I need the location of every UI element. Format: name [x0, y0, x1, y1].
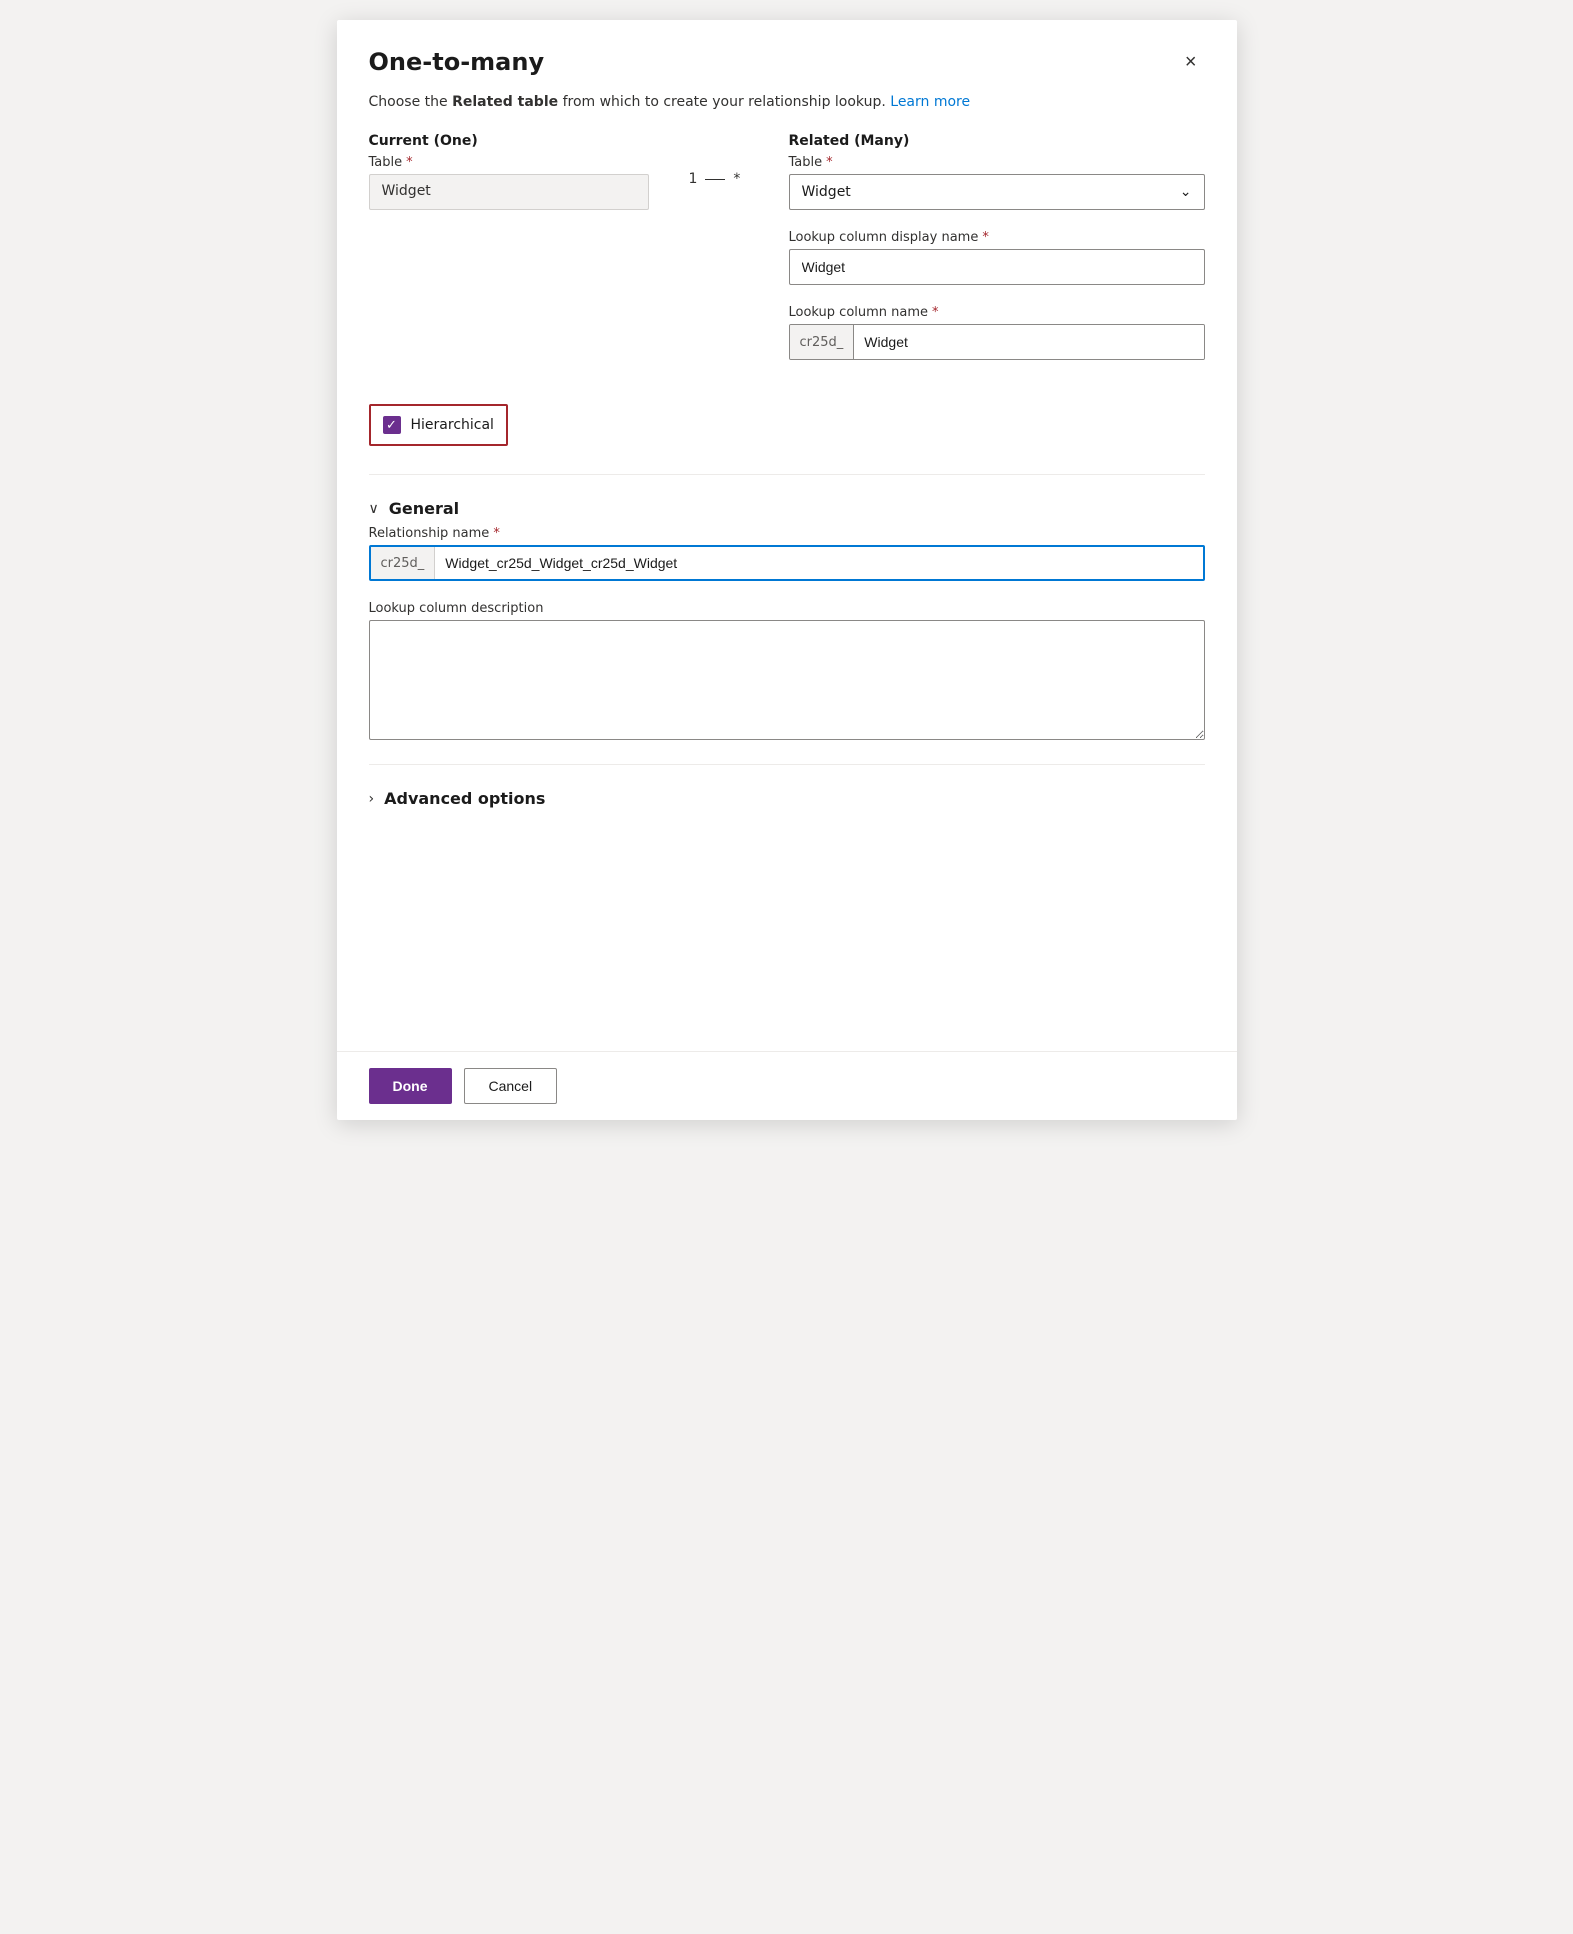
lookup-display-field: Lookup column display name * — [789, 230, 1205, 285]
dialog-title: One-to-many — [369, 48, 545, 76]
connector-one: 1 — [689, 171, 698, 187]
description-text-before: Choose the — [369, 94, 453, 110]
lookup-description-input[interactable] — [369, 620, 1205, 740]
dialog-footer: Done Cancel — [337, 1051, 1237, 1120]
dialog-body: Current (One) Table * Widget 1 * Related… — [337, 133, 1237, 934]
current-one-column: Current (One) Table * Widget — [369, 133, 649, 210]
relationship-connector: 1 * — [689, 133, 749, 187]
advanced-options-toggle[interactable]: › Advanced options — [369, 781, 1205, 816]
hierarchical-checkbox[interactable]: ✓ — [383, 416, 401, 434]
dialog-description: Choose the Related table from which to c… — [337, 92, 1237, 133]
checkbox-check-icon: ✓ — [386, 419, 397, 432]
relationship-name-input[interactable] — [435, 547, 1202, 579]
lookup-description-field: Lookup column description — [369, 601, 1205, 744]
advanced-section-label: Advanced options — [384, 789, 545, 808]
hierarchical-section: ✓ Hierarchical — [369, 404, 1205, 454]
lookup-display-required: * — [982, 230, 989, 245]
advanced-chevron-icon: › — [369, 791, 375, 807]
lookup-display-input[interactable] — [789, 249, 1205, 285]
close-button[interactable]: × — [1177, 48, 1205, 76]
related-section-label: Related (Many) — [789, 133, 1205, 149]
general-section-label: General — [389, 499, 459, 518]
lookup-name-field: Lookup column name * cr25d_ — [789, 305, 1205, 360]
current-section-label: Current (One) — [369, 133, 649, 149]
lookup-name-input[interactable] — [854, 325, 1203, 359]
chevron-down-icon: ⌄ — [1180, 184, 1192, 200]
lookup-name-required: * — [932, 305, 939, 320]
lookup-name-label: Lookup column name * — [789, 305, 1205, 320]
relationship-name-required: * — [493, 526, 500, 541]
dialog-header: One-to-many × — [337, 20, 1237, 92]
relationship-name-field: Relationship name * cr25d_ — [369, 526, 1205, 581]
relationship-name-label: Relationship name * — [369, 526, 1205, 541]
general-section: ∨ General Relationship name * cr25d_ Loo… — [369, 491, 1205, 744]
lookup-name-input-wrapper: cr25d_ — [789, 324, 1205, 360]
hierarchical-checkbox-wrapper[interactable]: ✓ Hierarchical — [369, 404, 508, 446]
related-table-label: Table * — [789, 155, 1205, 170]
connector-dash — [705, 179, 725, 180]
general-chevron-icon: ∨ — [369, 501, 379, 517]
learn-more-link[interactable]: Learn more — [890, 94, 970, 110]
hierarchical-label: Hierarchical — [411, 417, 494, 433]
connector-many: * — [733, 171, 740, 187]
section-divider-2 — [369, 764, 1205, 765]
related-table-value: Widget — [802, 184, 851, 200]
lookup-display-label: Lookup column display name * — [789, 230, 1205, 245]
lookup-name-prefix: cr25d_ — [790, 325, 855, 359]
description-bold: Related table — [452, 94, 558, 110]
lookup-description-label: Lookup column description — [369, 601, 1205, 616]
one-to-many-dialog: One-to-many × Choose the Related table f… — [337, 20, 1237, 1120]
description-text-after: from which to create your relationship l… — [558, 94, 886, 110]
spacer — [337, 934, 1237, 1052]
relationship-columns: Current (One) Table * Widget 1 * Related… — [369, 133, 1205, 380]
related-table-field: Table * Widget ⌄ — [789, 155, 1205, 210]
current-table-required: * — [406, 155, 413, 170]
relationship-name-input-wrapper: cr25d_ — [369, 545, 1205, 581]
done-button[interactable]: Done — [369, 1068, 452, 1104]
current-table-label: Table * — [369, 155, 649, 170]
cancel-button[interactable]: Cancel — [464, 1068, 558, 1104]
general-section-toggle[interactable]: ∨ General — [369, 491, 1205, 526]
related-table-select[interactable]: Widget ⌄ — [789, 174, 1205, 210]
relationship-name-prefix: cr25d_ — [371, 547, 436, 579]
related-many-column: Related (Many) Table * Widget ⌄ Lookup — [789, 133, 1205, 380]
related-table-required: * — [826, 155, 833, 170]
section-divider-1 — [369, 474, 1205, 475]
current-table-input: Widget — [369, 174, 649, 210]
